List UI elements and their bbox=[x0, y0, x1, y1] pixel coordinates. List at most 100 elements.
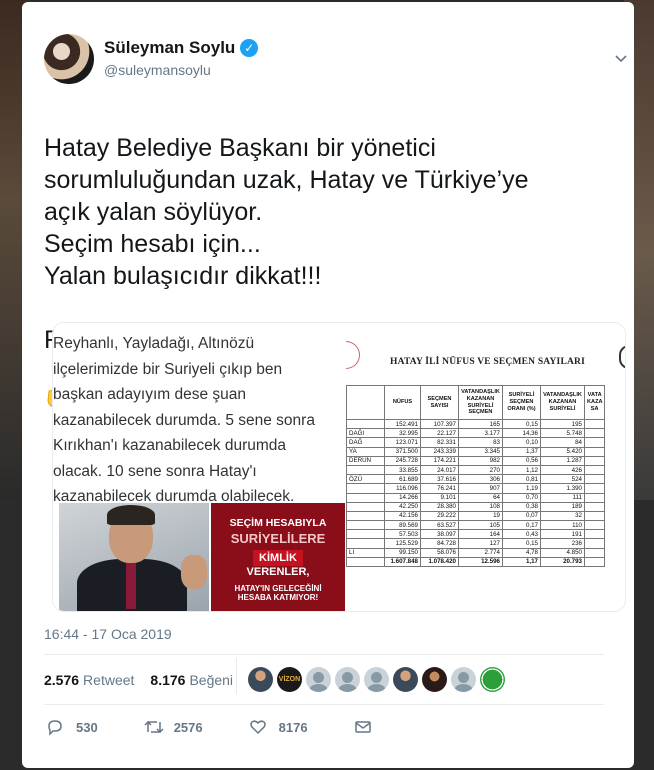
table-cell: 2.774 bbox=[458, 547, 503, 558]
liker-avatar[interactable]: VİZON bbox=[277, 667, 302, 692]
table-cell: 22.127 bbox=[420, 428, 459, 439]
table-cell: 20.793 bbox=[540, 556, 585, 568]
table-cell: 3.345 bbox=[458, 446, 503, 457]
banner-line-2: SURİYELİLERE bbox=[230, 531, 326, 546]
like-action[interactable]: 8176 bbox=[249, 718, 308, 736]
liker-avatar[interactable] bbox=[248, 667, 273, 692]
direct-message-action[interactable] bbox=[354, 718, 372, 736]
liker-avatars: VİZON bbox=[248, 667, 505, 692]
table-cell: 4,78 bbox=[502, 547, 541, 558]
table-cell: 0,15 bbox=[502, 418, 541, 430]
table-cell bbox=[346, 483, 385, 494]
liker-avatar[interactable] bbox=[335, 667, 360, 692]
table-cell: 123.071 bbox=[384, 437, 421, 448]
tweet-actions: 530 2576 8176 bbox=[46, 718, 418, 736]
table-cell: 84 bbox=[540, 437, 585, 448]
table-cell: 58.076 bbox=[420, 547, 459, 558]
table-header: VATANDAŞLIK KAZANAN SURİYELİ SEÇMEN bbox=[458, 385, 503, 420]
tweet-header: Süleyman Soylu ✓ @suleymansoylu bbox=[44, 34, 627, 90]
table-cell: 3.177 bbox=[458, 428, 503, 439]
liker-avatar[interactable] bbox=[364, 667, 389, 692]
table-cell: 306 bbox=[458, 474, 503, 485]
table-cell: 1,37 bbox=[502, 446, 541, 457]
like-stat-label: Beğeni bbox=[189, 672, 234, 688]
table-cell bbox=[583, 428, 606, 439]
table-cell: 1.607.848 bbox=[384, 556, 421, 568]
table-cell bbox=[346, 520, 385, 531]
table-total-row: 1.607.848 1.078.420 12.596 1,17 20.793 bbox=[346, 556, 606, 568]
agency-logo-icon bbox=[619, 345, 625, 369]
table-cell: 524 bbox=[540, 474, 585, 485]
table-cell: 245.728 bbox=[384, 455, 421, 466]
table-cell: 243.339 bbox=[420, 446, 459, 457]
table-cell: 9.101 bbox=[420, 492, 459, 503]
table-cell bbox=[583, 547, 606, 558]
table-cell bbox=[583, 529, 606, 540]
table-title: HATAY İLİ NÜFUS VE SEÇMEN SAYILARI bbox=[390, 357, 586, 367]
table-cell: 0,10 bbox=[502, 437, 541, 448]
liker-avatar[interactable] bbox=[451, 667, 476, 692]
campaign-banner: SEÇİM HESABIYLA SURİYELİLERE KİMLİK VERE… bbox=[53, 503, 345, 611]
table-cell bbox=[583, 538, 606, 549]
media-table-image[interactable]: HATAY İLİ NÜFUS VE SEÇMEN SAYILARI NÜFUS… bbox=[346, 323, 625, 611]
author-avatar[interactable] bbox=[44, 34, 94, 84]
like-stat[interactable]: 8.176 Beğeni bbox=[150, 672, 233, 688]
table-cell: 1,19 bbox=[502, 483, 541, 494]
table-cell: DAĞ bbox=[346, 437, 385, 448]
table-cell: 14,36 bbox=[502, 428, 541, 439]
table-cell: 426 bbox=[540, 464, 585, 476]
tweet-body: Hatay Belediye Başkanı bir yönetici soru… bbox=[44, 134, 529, 354]
author-name-row[interactable]: Süleyman Soylu ✓ bbox=[104, 38, 259, 58]
table-row: 89.569 63.527 105 0,17 110 bbox=[346, 520, 606, 531]
table-cell: 63.527 bbox=[420, 520, 459, 531]
table-cell: 982 bbox=[458, 455, 503, 466]
liker-avatar[interactable] bbox=[422, 667, 447, 692]
retweet-stat-count: 2.576 bbox=[44, 672, 80, 688]
table-cell bbox=[346, 501, 385, 512]
table-row: DERUN 245.728 174.221 982 0,56 1.287 bbox=[346, 455, 606, 466]
table-header: NÜFUS bbox=[384, 385, 421, 420]
table-header bbox=[346, 385, 385, 420]
table-cell: 76.241 bbox=[420, 483, 459, 494]
table-cell: 5.748 bbox=[540, 428, 585, 439]
heart-icon bbox=[249, 718, 267, 736]
table-cell: 28.380 bbox=[420, 501, 459, 512]
table-cell bbox=[583, 464, 606, 476]
table-cell: 19 bbox=[458, 510, 503, 522]
table-cell: 127 bbox=[458, 538, 503, 549]
table-cell bbox=[583, 492, 606, 503]
table-cell: 1.078.420 bbox=[420, 556, 459, 568]
table-cell bbox=[346, 529, 385, 540]
stats-separator bbox=[236, 658, 237, 694]
table-row: 14.266 9.101 64 0,70 111 bbox=[346, 492, 606, 503]
retweet-action[interactable]: 2576 bbox=[144, 718, 203, 736]
table-cell bbox=[583, 446, 606, 457]
table-cell bbox=[583, 483, 606, 494]
author-handle[interactable]: @suleymansoylu bbox=[104, 62, 211, 78]
table-cell: 1.287 bbox=[540, 455, 585, 466]
politician-photo bbox=[59, 503, 209, 611]
liker-avatar[interactable] bbox=[480, 667, 505, 692]
table-cell: 1,17 bbox=[502, 556, 541, 568]
envelope-icon bbox=[354, 718, 372, 736]
tweet-timestamp[interactable]: 16:44 - 17 Oca 2019 bbox=[44, 626, 172, 642]
author-display-name[interactable]: Süleyman Soylu bbox=[104, 38, 235, 58]
table-row: 152.491 107.397 165 0,15 195 bbox=[346, 418, 606, 430]
table-cell: 5.420 bbox=[540, 446, 585, 457]
table-cell: LI bbox=[346, 547, 385, 558]
retweet-stat-label: Retweet bbox=[83, 672, 135, 688]
liker-avatar[interactable] bbox=[393, 667, 418, 692]
retweet-stat[interactable]: 2.576 Retweet bbox=[44, 672, 134, 688]
table-row: DAĞI 32.995 22.127 3.177 14,36 5.748 bbox=[346, 428, 606, 439]
table-cell: 125.529 bbox=[384, 538, 421, 549]
media-quote-image[interactable]: Reyhanlı, Yayladağı, Altınözü ilçelerimi… bbox=[53, 323, 345, 611]
tweet-media[interactable]: Reyhanlı, Yayladağı, Altınözü ilçelerimi… bbox=[52, 322, 626, 612]
banner-line-5: HATAY'IN GELECEĞİNİ bbox=[234, 584, 322, 593]
table-cell: 152.491 bbox=[384, 418, 421, 430]
reply-action[interactable]: 530 bbox=[46, 718, 98, 736]
table-cell: 29.222 bbox=[420, 510, 459, 522]
chevron-down-icon[interactable] bbox=[612, 52, 630, 70]
table-cell: 108 bbox=[458, 501, 503, 512]
table-header: VATA KAZA SA bbox=[583, 385, 606, 420]
liker-avatar[interactable] bbox=[306, 667, 331, 692]
